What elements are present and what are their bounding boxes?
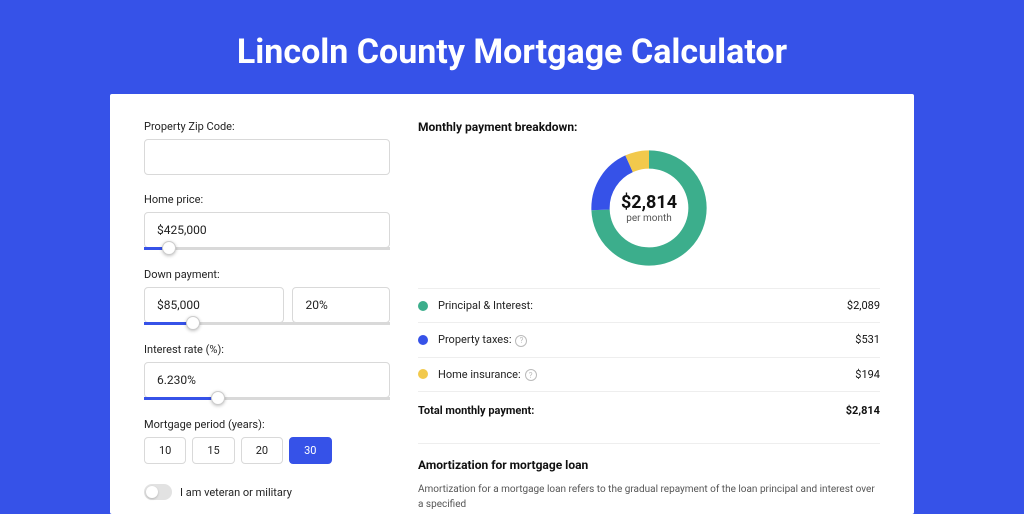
interest-rate-label: Interest rate (%): — [144, 343, 390, 356]
mortgage-period-field: Mortgage period (years): 1015 2030 — [144, 418, 390, 464]
legend-row: Home insurance:?$194 — [418, 358, 880, 393]
home-price-slider[interactable] — [144, 247, 390, 250]
slider-thumb[interactable] — [162, 241, 176, 255]
slider-thumb[interactable] — [186, 316, 200, 330]
legend-dot — [418, 335, 428, 345]
legend-value: $2,089 — [847, 299, 880, 312]
donut-chart: $2,814 per month — [585, 144, 713, 272]
legend-value: $531 — [855, 333, 880, 346]
home-price-label: Home price: — [144, 193, 390, 206]
calculator-card: Property Zip Code: Home price: Down paym… — [110, 94, 914, 514]
period-option-10[interactable]: 10 — [144, 437, 186, 464]
total-value: $2,814 — [846, 404, 880, 417]
form-panel: Property Zip Code: Home price: Down paym… — [144, 120, 390, 514]
slider-thumb[interactable] — [211, 391, 225, 405]
donut-sub: per month — [626, 213, 672, 224]
interest-rate-slider[interactable] — [144, 397, 390, 400]
info-icon[interactable]: ? — [515, 335, 527, 347]
breakdown-title: Monthly payment breakdown: — [418, 120, 880, 134]
down-payment-slider[interactable] — [144, 322, 390, 325]
down-payment-label: Down payment: — [144, 268, 390, 281]
legend-row: Property taxes:?$531 — [418, 323, 880, 358]
legend-dot — [418, 369, 428, 379]
amortization-title: Amortization for mortgage loan — [418, 458, 880, 472]
total-label: Total monthly payment: — [418, 404, 534, 417]
period-option-20[interactable]: 20 — [241, 437, 283, 464]
mortgage-period-label: Mortgage period (years): — [144, 418, 390, 431]
legend-label: Principal & Interest: — [438, 299, 847, 312]
donut-chart-container: $2,814 per month — [418, 144, 880, 272]
legend-row: Principal & Interest:$2,089 — [418, 289, 880, 323]
interest-rate-input[interactable] — [144, 362, 390, 398]
down-payment-field: Down payment: — [144, 268, 390, 325]
info-icon[interactable]: ? — [525, 369, 537, 381]
veteran-toggle-row: I am veteran or military — [144, 484, 390, 500]
period-option-15[interactable]: 15 — [192, 437, 234, 464]
home-price-input[interactable] — [144, 212, 390, 248]
zip-label: Property Zip Code: — [144, 120, 390, 133]
legend-value: $194 — [855, 368, 880, 381]
zip-field: Property Zip Code: — [144, 120, 390, 175]
breakdown-panel: Monthly payment breakdown: $2,814 per mo… — [418, 120, 880, 514]
donut-center: $2,814 per month — [585, 144, 713, 272]
zip-input[interactable] — [144, 139, 390, 175]
total-row: Total monthly payment: $2,814 — [418, 392, 880, 429]
mortgage-period-segmented: 1015 2030 — [144, 437, 390, 464]
donut-amount: $2,814 — [621, 192, 677, 213]
down-payment-percent-input[interactable] — [292, 287, 390, 323]
veteran-label: I am veteran or military — [180, 486, 292, 499]
home-price-field: Home price: — [144, 193, 390, 250]
interest-rate-field: Interest rate (%): — [144, 343, 390, 400]
down-payment-input[interactable] — [144, 287, 284, 323]
period-option-30[interactable]: 30 — [289, 437, 331, 464]
page-title: Lincoln County Mortgage Calculator — [0, 0, 1024, 94]
veteran-toggle[interactable] — [144, 484, 172, 500]
legend-dot — [418, 301, 428, 311]
amortization-panel: Amortization for mortgage loan Amortizat… — [418, 443, 880, 512]
legend-label: Property taxes:? — [438, 333, 855, 347]
legend: Principal & Interest:$2,089Property taxe… — [418, 288, 880, 392]
amortization-body: Amortization for a mortgage loan refers … — [418, 482, 880, 512]
legend-label: Home insurance:? — [438, 368, 855, 382]
